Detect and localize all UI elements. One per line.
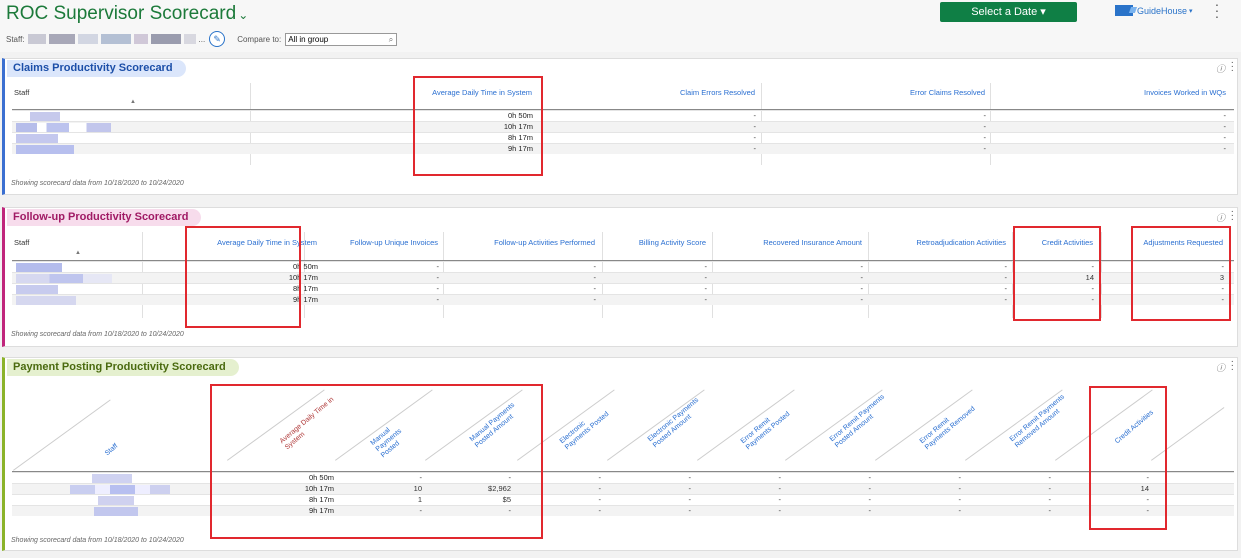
table-cell: -	[688, 506, 692, 515]
table-cell: -	[958, 506, 962, 515]
page-header: ROC Supervisor Scorecard ⌄ Staff: ... ✎ C…	[0, 0, 1241, 52]
column-header-retroadjudication[interactable]: Retroadjudication Activities	[916, 238, 1006, 247]
column-header-billing-score[interactable]: Billing Activity Score	[639, 238, 706, 247]
panel-title: Payment Posting Productivity Scorecard	[7, 359, 239, 376]
table-row[interactable]: 0h 50m - - - - - - - - -	[12, 472, 1234, 483]
date-range-note: Showing scorecard data from 10/18/2020 t…	[11, 180, 184, 187]
kebab-menu-icon[interactable]: · · ·	[1231, 58, 1234, 76]
compare-input[interactable]: All in group ⌕	[285, 32, 398, 46]
redacted-staff-chip	[27, 34, 46, 44]
redacted-staff-name	[16, 123, 111, 132]
table-cell: -	[860, 295, 864, 304]
column-header-error-claims[interactable]: Error Claims Resolved	[910, 88, 985, 97]
chevron-down-icon: ▾	[1189, 7, 1193, 15]
column-header-electronic-amount[interactable]: Electronic Payments Posted Amount	[647, 391, 712, 450]
redacted-staff-name	[70, 485, 170, 494]
kebab-menu-icon[interactable]: · · ·	[1213, 0, 1221, 23]
highlight-box	[413, 76, 543, 176]
info-icon[interactable]: ⓘ	[1216, 211, 1225, 224]
table-cell: -	[868, 506, 872, 515]
select-date-button[interactable]: Select a Date ▾	[940, 2, 1077, 22]
column-header-activities[interactable]: Follow-up Activities Performed	[494, 238, 595, 247]
panel-title: Follow-up Productivity Scorecard	[7, 209, 202, 226]
table-cell: -	[436, 295, 440, 304]
kebab-menu-icon[interactable]: · · ·	[1231, 357, 1234, 375]
table-row[interactable]: 9h 17m - - - - - - - - -	[12, 505, 1234, 516]
table-row[interactable]: 0h 50m - - -	[12, 110, 1234, 121]
guidehouse-logo	[1115, 5, 1133, 16]
page-title-text: ROC Supervisor Scorecard	[6, 3, 237, 24]
compare-value: All in group	[288, 34, 329, 44]
header-diagonal	[13, 399, 111, 471]
column-header-staff[interactable]: Staff	[14, 238, 29, 247]
highlight-box	[185, 226, 301, 328]
table-row[interactable]: 9h 17m - - -	[12, 143, 1234, 154]
highlight-box	[1013, 226, 1101, 321]
date-range-note: Showing scorecard data from 10/18/2020 t…	[11, 331, 184, 338]
redacted-staff-chip	[183, 34, 196, 44]
kebab-menu-icon[interactable]: · · ·	[1231, 207, 1234, 225]
redacted-staff-name	[94, 507, 138, 516]
column-header-staff[interactable]: Staff	[14, 88, 29, 97]
column-header-invoices-wq[interactable]: Invoices Worked in WQs	[1144, 88, 1226, 97]
table-cell: -	[1223, 144, 1227, 153]
table-cell: -	[778, 506, 782, 515]
staff-selector-row: Staff: ... ✎ Compare to: All in group ⌕	[6, 31, 398, 47]
redacted-staff-name	[16, 134, 58, 143]
org-name: GuideHouse	[1137, 5, 1188, 16]
sort-ascending-icon[interactable]: ▲	[130, 99, 136, 105]
redacted-staff-name	[92, 474, 132, 483]
table-cell: -	[1048, 506, 1052, 515]
staff-ellipsis: ...	[198, 34, 206, 44]
highlight-box	[210, 384, 543, 539]
payment-scorecard-panel: Payment Posting Productivity Scorecard ⓘ…	[2, 357, 1238, 551]
staff-label: Staff:	[6, 34, 25, 44]
table-cell: -	[704, 295, 708, 304]
redacted-staff-name	[16, 145, 74, 154]
table-cell: -	[593, 295, 597, 304]
table-row[interactable]: 8h 17m - - -	[12, 132, 1234, 143]
pencil-icon[interactable]: ✎	[209, 31, 226, 47]
redacted-staff-chip	[100, 34, 131, 44]
column-header-recovered-amount[interactable]: Recovered Insurance Amount	[763, 238, 862, 247]
redacted-staff-name	[30, 112, 60, 121]
page-title[interactable]: ROC Supervisor Scorecard ⌄	[6, 3, 248, 25]
date-range-note: Showing scorecard data from 10/18/2020 t…	[11, 537, 184, 544]
redacted-staff-name	[16, 285, 58, 294]
redacted-staff-name	[98, 496, 134, 505]
redacted-staff-chip	[150, 34, 181, 44]
redacted-staff-chip	[48, 34, 75, 44]
redacted-staff-chip	[77, 34, 98, 44]
column-header-staff[interactable]: Staff	[104, 443, 120, 458]
table-row[interactable]: 8h 17m 1 $5 - - - - - - -	[12, 494, 1234, 505]
redacted-staff-name	[16, 274, 112, 283]
highlight-box	[1089, 386, 1167, 530]
claims-scorecard-panel: Claims Productivity Scorecard ⓘ · · · Staf…	[2, 58, 1238, 195]
table-cell: -	[1004, 295, 1008, 304]
table-row[interactable]: 10h 17m 10 $2,962 - - - - - - 14	[12, 483, 1234, 494]
info-icon[interactable]: ⓘ	[1216, 361, 1225, 374]
followup-scorecard-panel: Follow-up Productivity Scorecard ⓘ · · · S…	[2, 207, 1238, 347]
highlight-box	[1131, 226, 1231, 321]
org-switcher[interactable]: GuideHouse ▾	[1115, 5, 1193, 16]
redacted-staff-name	[16, 263, 62, 272]
chevron-down-icon: ⌄	[238, 8, 249, 22]
column-header-claim-errors[interactable]: Claim Errors Resolved	[680, 88, 755, 97]
search-icon[interactable]: ⌕	[389, 34, 393, 45]
redacted-staff-chip	[133, 34, 148, 44]
sort-ascending-icon[interactable]: ▲	[75, 250, 81, 256]
compare-label: Compare to:	[237, 34, 282, 44]
column-header-unique-invoices[interactable]: Follow-up Unique Invoices	[350, 238, 438, 247]
table-row[interactable]: 10h 17m - - -	[12, 121, 1234, 132]
redacted-staff-name	[16, 296, 76, 305]
table-cell: -	[983, 144, 987, 153]
info-icon[interactable]: ⓘ	[1216, 62, 1225, 75]
panel-title: Claims Productivity Scorecard	[7, 60, 186, 77]
table-cell: -	[753, 144, 757, 153]
table-cell: -	[598, 506, 602, 515]
